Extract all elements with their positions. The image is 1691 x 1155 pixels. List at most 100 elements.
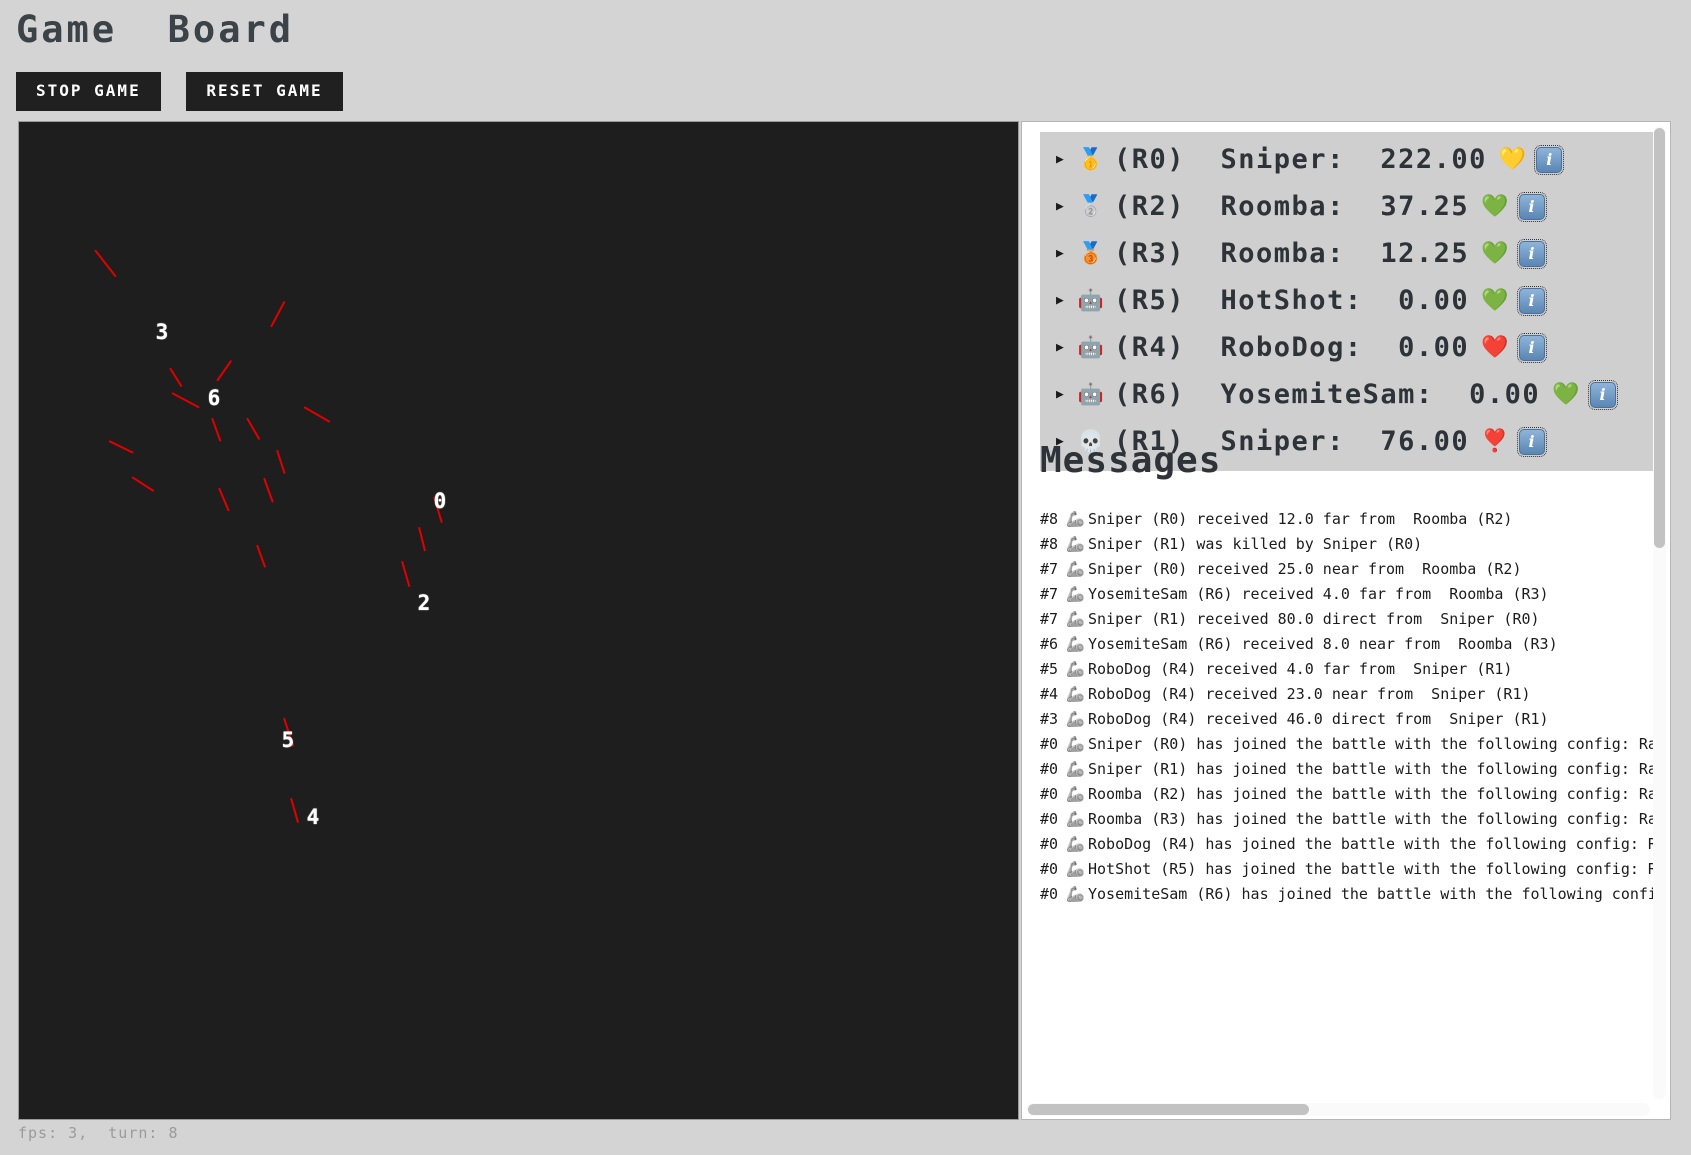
message-turn-number: #0 — [1040, 810, 1059, 828]
mechanical-arm-icon: 🦾 — [1066, 860, 1085, 878]
mechanical-arm-icon: 🦾 — [1066, 610, 1085, 628]
fps-turn-status: fps: 3, turn: 8 — [18, 1124, 179, 1142]
robot-marker[interactable]: 2 — [418, 591, 431, 615]
robot-score-label: (R5) HotShot: 0.00 — [1114, 285, 1470, 316]
message-row: #8 🦾 Sniper (R1) was killed by Sniper (R0) — [1040, 535, 1654, 560]
disclosure-triangle-icon[interactable]: ▶ — [1056, 200, 1074, 213]
panel-vertical-scrollbar[interactable] — [1653, 126, 1666, 1099]
disclosure-triangle-icon[interactable]: ▶ — [1056, 153, 1074, 166]
disclosure-triangle-icon[interactable]: ▶ — [1056, 294, 1074, 307]
message-turn-number: #0 — [1040, 735, 1059, 753]
robot-marker[interactable]: 5 — [282, 728, 295, 752]
rank-medal-icon: 🤖 — [1077, 382, 1105, 406]
missile-trace — [270, 300, 286, 328]
message-text: YosemiteSam (R6) received 4.0 far from R… — [1088, 585, 1549, 603]
rank-medal-icon: 🥈 — [1077, 194, 1105, 218]
health-heart-icon: 💚 — [1481, 194, 1509, 219]
message-row: #6 🦾 YosemiteSam (R6) received 8.0 near fr… — [1040, 635, 1654, 660]
reset-game-button[interactable]: RESET GAME — [186, 72, 343, 111]
info-icon[interactable]: i — [1516, 238, 1547, 269]
missile-trace — [218, 487, 230, 512]
message-turn-number: #0 — [1040, 860, 1059, 878]
robot-marker[interactable]: 3 — [156, 320, 169, 344]
header-bar: Game Board STOP GAME RESET GAME — [0, 0, 1691, 121]
robot-score-label: (R4) RoboDog: 0.00 — [1114, 332, 1470, 363]
message-text: Sniper (R1) has joined the battle with t… — [1088, 760, 1654, 778]
robot-marker[interactable]: 0 — [434, 489, 447, 513]
messages-log[interactable]: #8 🦾 Sniper (R0) received 12.0 far from Ro… — [1040, 510, 1654, 1070]
message-turn-number: #8 — [1040, 510, 1059, 528]
missile-trace — [418, 526, 427, 552]
missile-trace — [131, 476, 155, 492]
game-board-canvas[interactable]: 3 6 0 2 5 4 — [18, 121, 1019, 1120]
scoreboard-row[interactable]: ▶ 🥇 (R0) Sniper: 222.00 💛 i — [1040, 136, 1654, 183]
scoreboard: ▶ 🥇 (R0) Sniper: 222.00 💛 i ▶ 🥈 (R2) Roomba: 37… — [1040, 132, 1654, 471]
missile-trace — [216, 359, 233, 382]
info-icon[interactable]: i — [1516, 332, 1547, 363]
disclosure-triangle-icon[interactable]: ▶ — [1056, 388, 1074, 401]
page-title: Game Board — [16, 8, 295, 51]
message-row: #0 🦾 Sniper (R1) has joined the battle wit… — [1040, 760, 1654, 785]
message-row: #0 🦾 Roomba (R2) has joined the battle wit… — [1040, 785, 1654, 810]
panel-horizontal-scrollbar[interactable] — [1026, 1103, 1650, 1116]
info-icon[interactable]: i — [1534, 144, 1565, 175]
message-text: Roomba (R3) has joined the battle with t… — [1088, 810, 1654, 828]
scoreboard-row[interactable]: ▶ 🥉 (R3) Roomba: 12.25 💚 i — [1040, 230, 1654, 277]
panel-horizontal-scroll-thumb[interactable] — [1028, 1104, 1309, 1115]
message-text: RoboDog (R4) received 23.0 near from Sni… — [1088, 685, 1531, 703]
disclosure-triangle-icon[interactable]: ▶ — [1056, 247, 1074, 260]
scoreboard-row[interactable]: ▶ 🤖 (R5) HotShot: 0.00 💚 i — [1040, 277, 1654, 324]
panel-vertical-scroll-thumb[interactable] — [1654, 128, 1665, 548]
scoreboard-row[interactable]: ▶ 🤖 (R6) YosemiteSam: 0.00 💚 i — [1040, 371, 1654, 418]
health-heart-icon: ❣️ — [1481, 429, 1509, 454]
robot-marker[interactable]: 4 — [307, 805, 320, 829]
mechanical-arm-icon: 🦾 — [1066, 710, 1085, 728]
message-text: YosemiteSam (R6) has joined the battle w… — [1088, 885, 1654, 903]
disclosure-triangle-icon[interactable]: ▶ — [1056, 341, 1074, 354]
message-text: YosemiteSam (R6) received 8.0 near from … — [1088, 635, 1558, 653]
message-row: #0 🦾 RoboDog (R4) has joined the battle wi… — [1040, 835, 1654, 860]
scoreboard-row[interactable]: ▶ 🤖 (R4) RoboDog: 0.00 ❤️ i — [1040, 324, 1654, 371]
message-text: RoboDog (R4) received 46.0 direct from S… — [1088, 710, 1549, 728]
message-turn-number: #8 — [1040, 535, 1059, 553]
message-row: #8 🦾 Sniper (R0) received 12.0 far from Ro… — [1040, 510, 1654, 535]
mechanical-arm-icon: 🦾 — [1066, 760, 1085, 778]
message-turn-number: #4 — [1040, 685, 1059, 703]
robot-marker[interactable]: 6 — [208, 386, 221, 410]
message-text: Sniper (R0) received 12.0 far from Roomb… — [1088, 510, 1513, 528]
missile-trace — [401, 560, 411, 588]
mechanical-arm-icon: 🦾 — [1066, 810, 1085, 828]
rank-medal-icon: 🤖 — [1077, 335, 1105, 359]
rank-medal-icon: 🥇 — [1077, 147, 1105, 171]
missile-trace — [211, 417, 222, 442]
message-turn-number: #0 — [1040, 785, 1059, 803]
message-turn-number: #5 — [1040, 660, 1059, 678]
health-heart-icon: 💚 — [1552, 382, 1580, 407]
missile-trace — [246, 417, 261, 441]
missile-trace — [94, 249, 117, 278]
side-panel-content: ▶ 🥇 (R0) Sniper: 222.00 💛 i ▶ 🥈 (R2) Roomba: 37… — [1022, 122, 1654, 1103]
robot-score-label: (R6) YosemiteSam: 0.00 — [1114, 379, 1541, 410]
message-text: RoboDog (R4) has joined the battle with … — [1088, 835, 1654, 853]
message-turn-number: #6 — [1040, 635, 1059, 653]
mechanical-arm-icon: 🦾 — [1066, 535, 1085, 553]
info-icon[interactable]: i — [1516, 426, 1547, 457]
mechanical-arm-icon: 🦾 — [1066, 510, 1085, 528]
mechanical-arm-icon: 🦾 — [1066, 785, 1085, 803]
health-heart-icon: 💚 — [1481, 241, 1509, 266]
rank-medal-icon: 🥉 — [1077, 241, 1105, 265]
info-icon[interactable]: i — [1587, 379, 1618, 410]
message-row: #0 🦾 YosemiteSam (R6) has joined the battl… — [1040, 885, 1654, 910]
message-text: Sniper (R1) was killed by Sniper (R0) — [1088, 535, 1423, 553]
message-row: #7 🦾 YosemiteSam (R6) received 4.0 far fro… — [1040, 585, 1654, 610]
health-heart-icon: ❤️ — [1481, 335, 1509, 360]
missile-trace — [263, 477, 274, 503]
info-icon[interactable]: i — [1516, 191, 1547, 222]
info-icon[interactable]: i — [1516, 285, 1547, 316]
stop-game-button[interactable]: STOP GAME — [16, 72, 161, 111]
message-row: #0 🦾 HotShot (R5) has joined the battle wi… — [1040, 860, 1654, 885]
message-row: #4 🦾 RoboDog (R4) received 23.0 near from … — [1040, 685, 1654, 710]
message-turn-number: #7 — [1040, 560, 1059, 578]
scoreboard-row[interactable]: ▶ 🥈 (R2) Roomba: 37.25 💚 i — [1040, 183, 1654, 230]
mechanical-arm-icon: 🦾 — [1066, 560, 1085, 578]
